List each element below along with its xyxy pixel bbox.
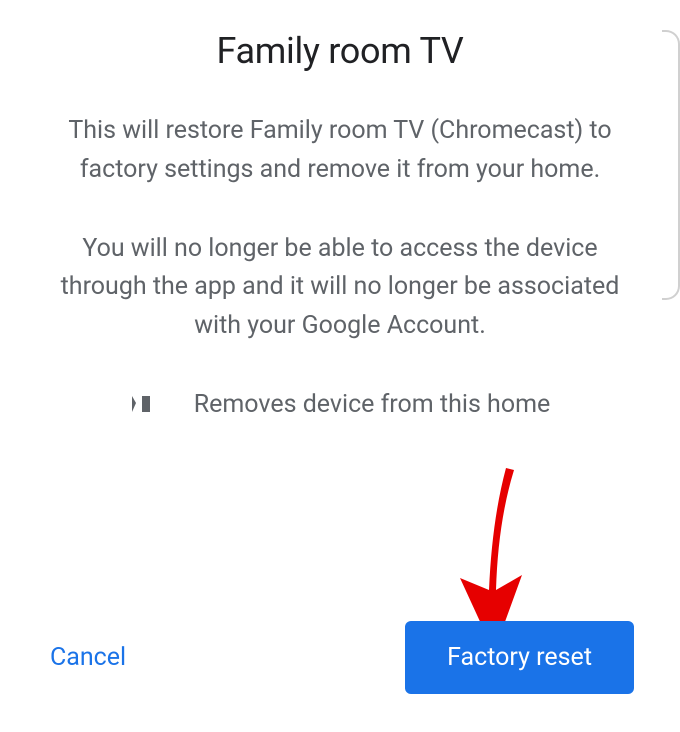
remove-text: Removes device from this home bbox=[194, 390, 551, 419]
dialog-paragraph-2: You will no longer be able to access the… bbox=[40, 230, 640, 346]
cancel-button[interactable]: Cancel bbox=[46, 635, 130, 680]
edge-decoration bbox=[662, 30, 680, 300]
dialog-title: Family room TV bbox=[40, 30, 640, 72]
home-remove-icon bbox=[130, 392, 158, 416]
factory-reset-dialog: Family room TV This will restore Family … bbox=[0, 0, 680, 732]
factory-reset-button[interactable]: Factory reset bbox=[405, 621, 634, 694]
dialog-paragraph-1: This will restore Family room TV (Chrome… bbox=[40, 112, 640, 190]
remove-row: Removes device from this home bbox=[40, 390, 640, 419]
dialog-button-row: Cancel Factory reset bbox=[0, 621, 680, 694]
